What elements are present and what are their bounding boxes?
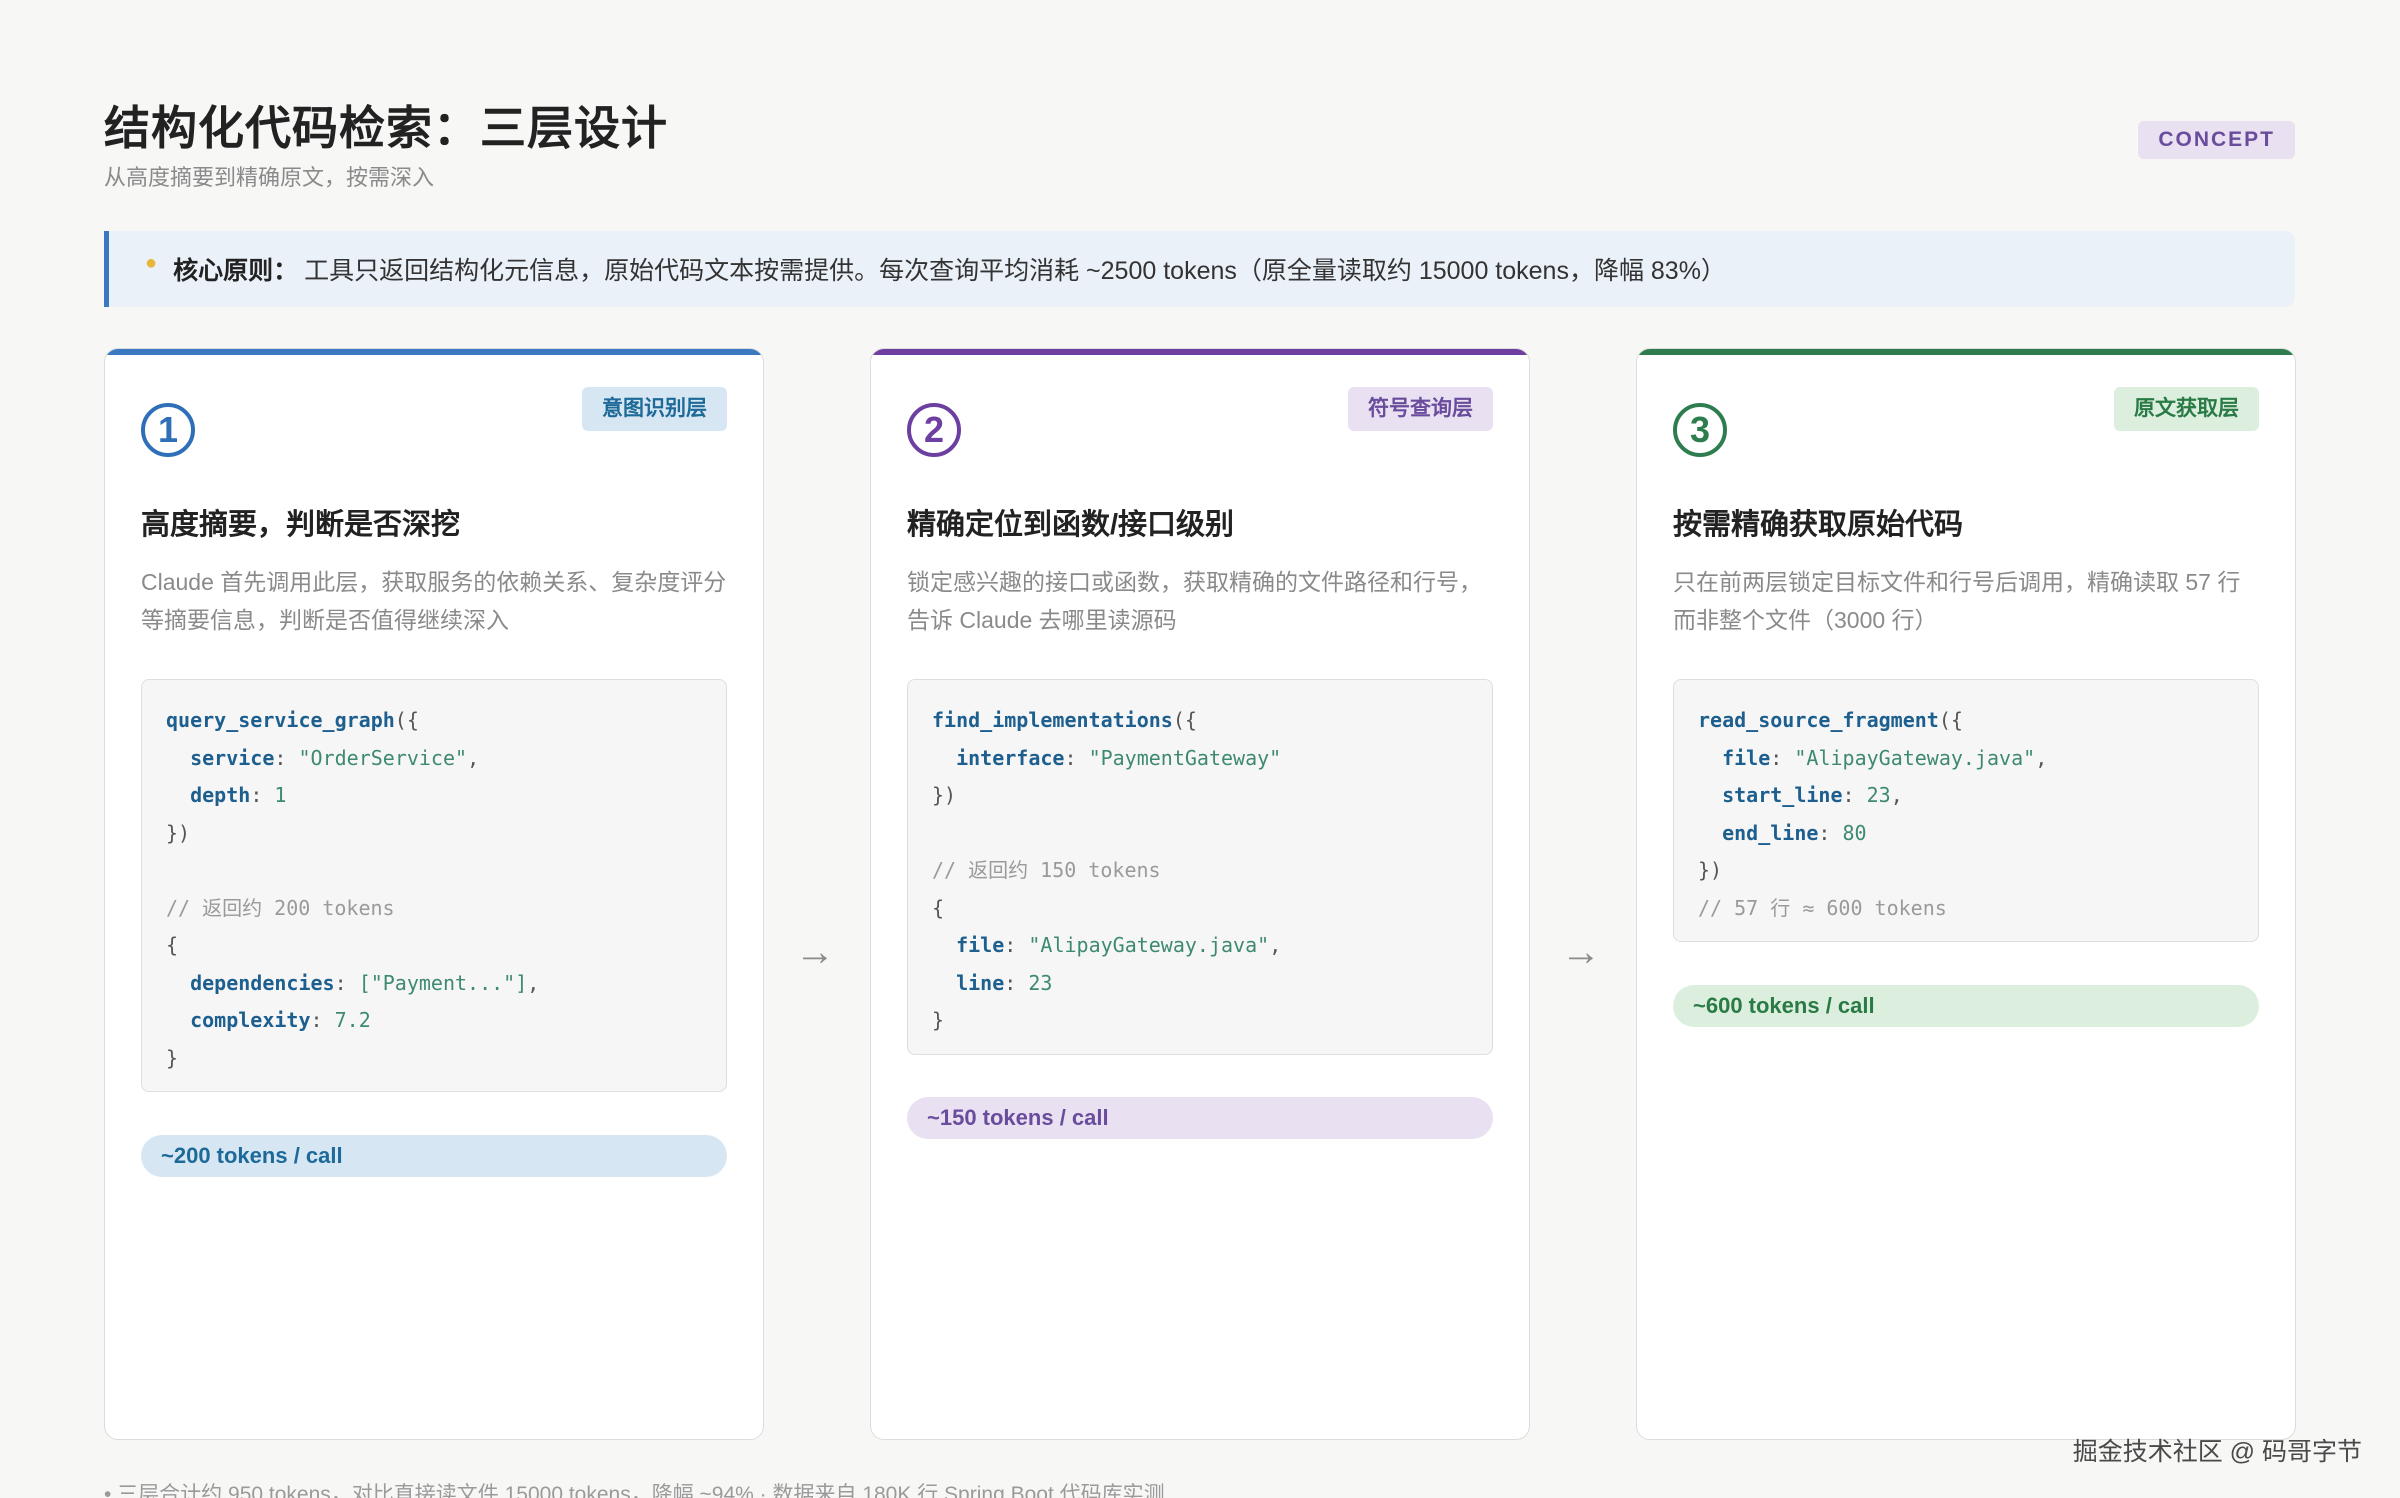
code-comment: // 返回约 150 tokens [932, 858, 1161, 882]
code-key: depth [190, 783, 251, 807]
card-heading: 精确定位到函数/接口级别 [907, 509, 1235, 541]
code-key: start_line [1722, 783, 1843, 807]
code-key: dependencies [190, 970, 335, 995]
card-description: 只在前两层锁定目标文件和行号后调用，精确读取 57 行而非整个文件（3000 行… [1673, 569, 2241, 633]
card-heading: 按需精确获取原始代码 [1673, 509, 1964, 541]
layer-badge: 意图识别层 [582, 387, 727, 431]
code-value: "AlipayGateway.java" [1794, 745, 2036, 770]
code-key: file [1722, 745, 1771, 770]
arrow-right-icon: → [795, 930, 835, 974]
code-function-name: query_service_graph [166, 708, 395, 732]
card-accent-bar [1637, 349, 2295, 355]
code-value: ["Payment..."] [358, 970, 528, 995]
lightbulb-icon: ● [145, 251, 158, 274]
principle-text: 工具只返回结构化元信息，原始代码文本按需提供。每次查询平均消耗 ~2500 to… [304, 257, 1726, 285]
code-value: 1 [274, 783, 287, 807]
layer-card-intent: 1 意图识别层 高度摘要，判断是否深挖 Claude 首先调用此层，获取服务的依… [104, 348, 764, 1440]
layer-card-source: 3 原文获取层 按需精确获取原始代码 只在前两层锁定目标文件和行号后调用，精确读… [1636, 348, 2296, 1440]
token-cost-pill: ~150 tokens / call [907, 1097, 1493, 1139]
card-accent-bar [105, 349, 763, 355]
code-value: 80 [1842, 820, 1867, 845]
watermark: 掘金技术社区 @ 码哥字节 [2072, 1438, 2362, 1466]
code-snippet: find_implementations({ interface: "Payme… [907, 679, 1493, 1055]
step-number-badge: 2 [907, 403, 961, 457]
code-value: "PaymentGateway" [1088, 745, 1282, 770]
code-value: 7.2 [334, 1008, 371, 1032]
principle-label: 核心原则： [173, 257, 299, 285]
code-key: service [190, 745, 275, 770]
card-accent-bar [871, 349, 1529, 355]
code-value: "AlipayGateway.java" [1028, 933, 1270, 957]
arrow-right-icon: → [1561, 930, 1601, 974]
code-value: 23 [1866, 783, 1891, 807]
token-cost-pill: ~200 tokens / call [141, 1135, 727, 1177]
core-principle-callout: ● 核心原则： 工具只返回结构化元信息，原始代码文本按需提供。每次查询平均消耗 … [104, 231, 2295, 307]
layer-card-symbol: 2 符号查询层 精确定位到函数/接口级别 锁定感兴趣的接口或函数，获取精确的文件… [870, 348, 1530, 1440]
concept-badge: CONCEPT [2138, 121, 2295, 159]
code-comment: // 返回约 200 tokens [166, 895, 395, 920]
code-comment: // 57 行 ≈ 600 tokens [1698, 895, 1947, 920]
code-value: "OrderService" [298, 745, 468, 770]
page: 结构化代码检索：三层设计 从高度摘要到精确原文，按需深入 CONCEPT ● 核… [0, 0, 2400, 1498]
step-number-badge: 1 [141, 403, 195, 457]
code-function-name: find_implementations [932, 708, 1173, 732]
code-key: interface [956, 745, 1065, 770]
step-number-badge: 3 [1673, 403, 1727, 457]
code-snippet: read_source_fragment({ file: "AlipayGate… [1673, 679, 2259, 942]
token-cost-pill: ~600 tokens / call [1673, 985, 2259, 1027]
layer-badge: 符号查询层 [1348, 387, 1493, 431]
card-heading: 高度摘要，判断是否深挖 [141, 509, 461, 541]
code-key: file [956, 933, 1005, 957]
code-value: 23 [1028, 970, 1053, 995]
card-description: Claude 首先调用此层，获取服务的依赖关系、复杂度评分等摘要信息，判断是否值… [141, 569, 727, 633]
page-title: 结构化代码检索：三层设计 [104, 102, 668, 154]
card-description: 锁定感兴趣的接口或函数，获取精确的文件路径和行号，告诉 Claude 去哪里读源… [907, 569, 1482, 633]
code-key: end_line [1722, 820, 1819, 845]
code-key: line [956, 970, 1005, 995]
layer-badge: 原文获取层 [2114, 387, 2259, 431]
code-key: complexity [190, 1008, 311, 1032]
page-subtitle: 从高度摘要到精确原文，按需深入 [104, 165, 435, 190]
code-snippet: query_service_graph({ service: "OrderSer… [141, 679, 727, 1092]
footer-note: • 三层合计约 950 tokens，对比直接读文件 15000 tokens，… [104, 1483, 1165, 1498]
code-function-name: read_source_fragment [1698, 708, 1939, 732]
